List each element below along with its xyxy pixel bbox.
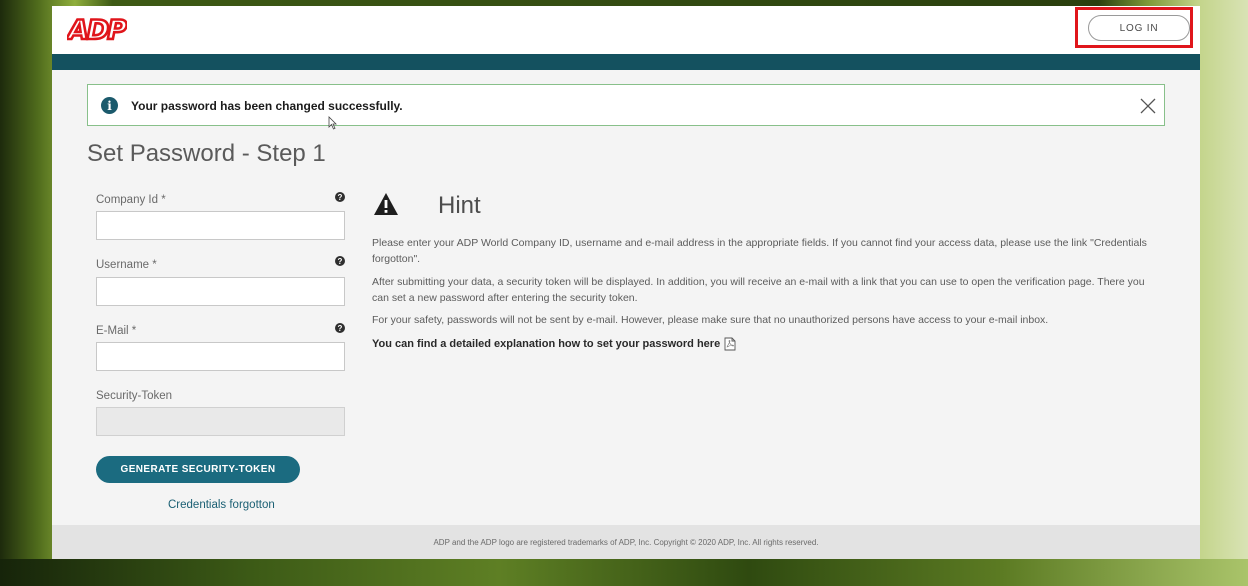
generate-security-token-button[interactable]: GENERATE SECURITY-TOKEN [96, 456, 300, 483]
close-icon[interactable] [1139, 97, 1157, 115]
email-label: E-Mail * [96, 325, 137, 337]
password-guide-link[interactable]: You can find a detailed explanation how … [372, 337, 736, 351]
company-id-input[interactable] [96, 211, 345, 240]
hint-paragraph-3: For your safety, passwords will not be s… [372, 314, 1049, 326]
background-bottom [0, 559, 1248, 586]
hint-paragraph-1: Please enter your ADP World Company ID, … [372, 237, 1147, 265]
footer-copyright: ADP and the ADP logo are registered trad… [433, 537, 819, 547]
username-input[interactable] [96, 277, 345, 306]
security-token-input [96, 407, 345, 436]
header-bar [52, 54, 1200, 70]
footer: ADP and the ADP logo are registered trad… [52, 525, 1200, 559]
company-id-label: Company Id * [96, 194, 166, 206]
header: ADP LOG IN [52, 6, 1200, 54]
email-help-icon[interactable]: ? [335, 323, 345, 333]
adp-logo: ADP [67, 14, 127, 44]
alert-message: Your password has been changed successfu… [131, 99, 403, 113]
password-guide-link-text[interactable]: You can find a detailed explanation how … [372, 338, 720, 350]
mouse-cursor-icon [328, 116, 337, 130]
pdf-icon[interactable] [724, 337, 736, 351]
svg-text:ADP: ADP [67, 15, 127, 44]
credentials-forgotten-link[interactable]: Credentials forgotton [168, 499, 275, 511]
success-alert: i Your password has been changed success… [87, 84, 1165, 126]
security-token-label: Security-Token [96, 390, 173, 402]
username-label: Username * [96, 259, 157, 271]
page-title: Set Password - Step 1 [87, 140, 326, 167]
username-help-icon[interactable]: ? [335, 256, 345, 266]
warning-icon [374, 193, 398, 215]
hint-title: Hint [438, 192, 481, 219]
login-highlight-box [1075, 7, 1193, 48]
email-input[interactable] [96, 342, 345, 371]
hint-paragraph-2: After submitting your data, a security t… [372, 276, 1145, 304]
info-icon: i [101, 97, 118, 114]
page: ADP LOG IN i Your password has been chan… [52, 6, 1200, 559]
company-id-help-icon[interactable]: ? [335, 192, 345, 202]
